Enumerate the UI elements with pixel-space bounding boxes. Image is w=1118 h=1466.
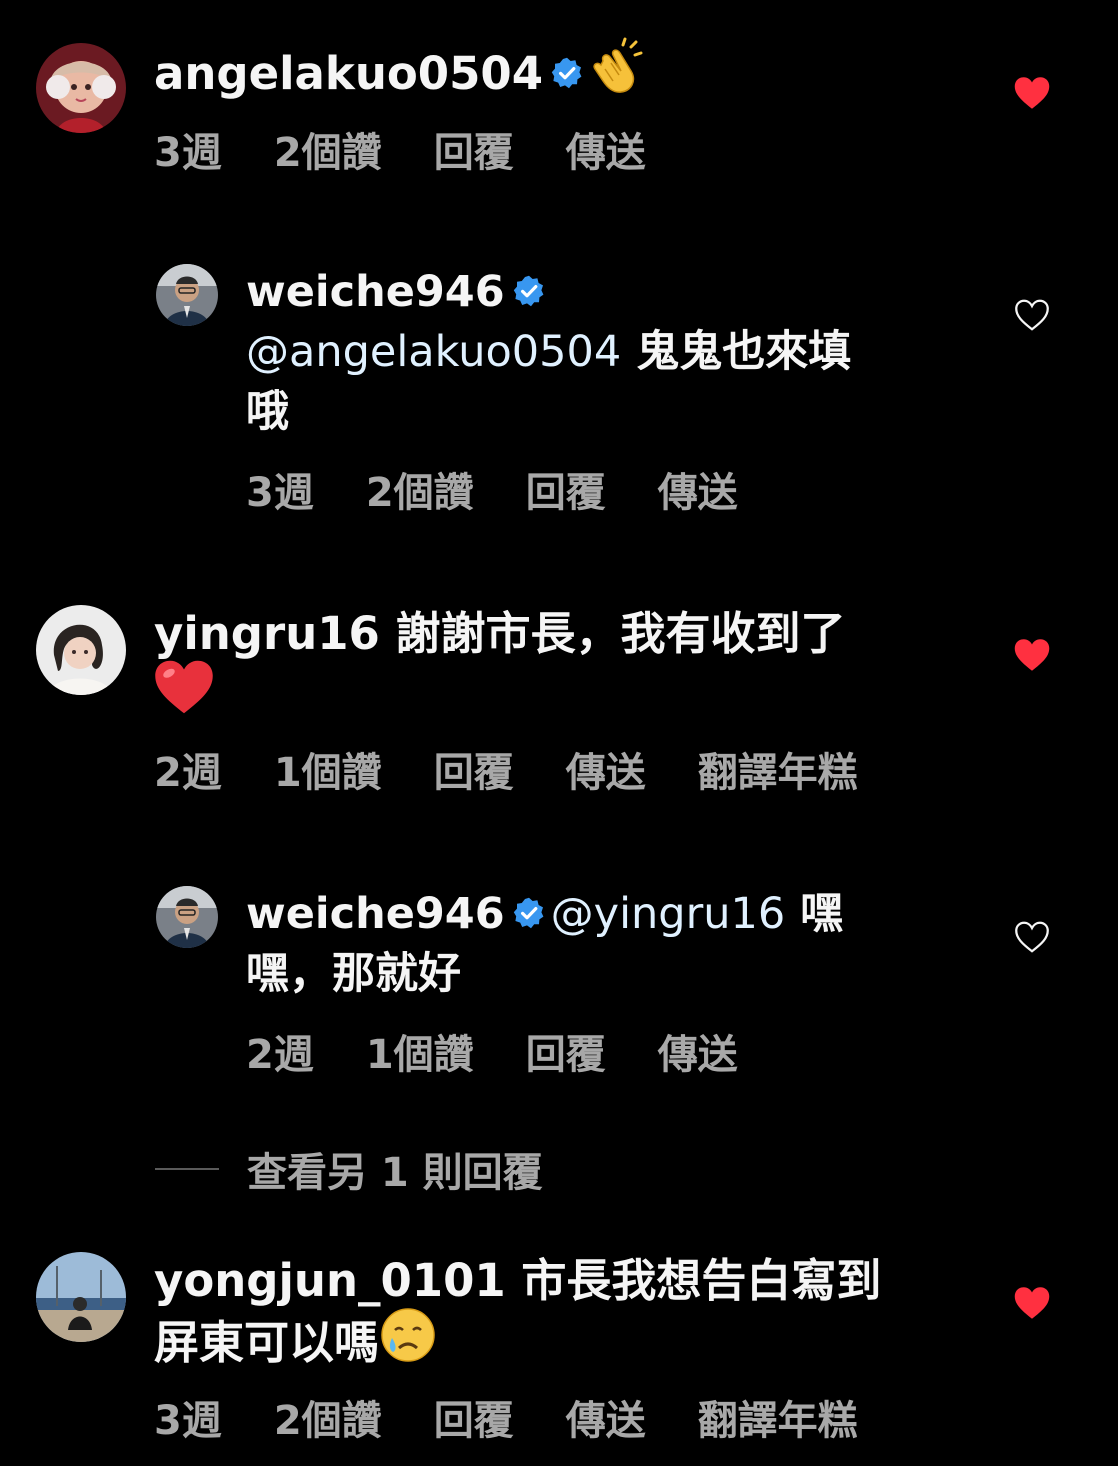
username[interactable]: weiche946 (246, 267, 505, 317)
timestamp: 3週 (154, 130, 222, 176)
avatar[interactable] (156, 264, 218, 326)
reply-button[interactable]: 回覆 (434, 128, 514, 178)
comment-actions: 2週 1個讚 回覆 傳送 (246, 1030, 790, 1080)
timestamp: 3週 (154, 1398, 222, 1444)
likes-count[interactable]: 2個讚 (366, 468, 474, 518)
avatar[interactable] (156, 886, 218, 948)
reply-button[interactable]: 回覆 (434, 748, 514, 798)
reply-button[interactable]: 回覆 (434, 1396, 514, 1446)
heart-filled-icon[interactable] (1014, 76, 1050, 110)
username[interactable]: weiche946 (246, 889, 505, 939)
heart-filled-icon[interactable] (1014, 638, 1050, 672)
comment-body-cont: 屏東可以嗎 (154, 1316, 380, 1369)
comment-angelakuo0504: angelakuo0504 3週 2個讚 回覆 傳送 (0, 0, 1118, 200)
comment-body: 謝謝市長，我有收到了 (379, 607, 846, 660)
comment-yingru16: yingru16 謝謝市長，我有收到了 2週 1個讚 回覆 傳送 翻譯年糕 (0, 560, 1118, 820)
send-button[interactable]: 傳送 (566, 1396, 646, 1446)
comment-text: angelakuo0504 (154, 37, 647, 113)
send-button[interactable]: 傳送 (658, 1030, 738, 1080)
username[interactable]: yongjun_0101 (154, 1254, 506, 1307)
send-button[interactable]: 傳送 (658, 468, 738, 518)
comment-text: yingru16 謝謝市長，我有收到了 (154, 605, 954, 733)
comment-actions: 3週 2個讚 回覆 傳送 翻譯年糕 (154, 1396, 910, 1446)
username[interactable]: yingru16 (154, 607, 380, 660)
comment-body: 嘿 (785, 889, 844, 939)
clapping-hands-icon (589, 37, 647, 109)
timestamp: 3週 (246, 470, 314, 516)
view-more-label[interactable]: 查看另 1 則回覆 (247, 1140, 543, 1198)
avatar[interactable] (36, 43, 126, 133)
mention-link[interactable]: @angelakuo0504 (246, 327, 621, 377)
reply-button[interactable]: 回覆 (526, 1030, 606, 1080)
comment-body: 鬼鬼也來填 (621, 327, 852, 377)
verified-icon (513, 275, 545, 307)
divider-line (155, 1168, 219, 1170)
heart-filled-icon[interactable] (1014, 1286, 1050, 1320)
comment-body: 市長我想告白寫到 (505, 1254, 882, 1307)
likes-count[interactable]: 1個讚 (366, 1030, 474, 1080)
avatar[interactable] (36, 605, 126, 695)
timestamp: 2週 (246, 1032, 314, 1078)
translate-button[interactable]: 翻譯年糕 (698, 1396, 858, 1446)
comment-actions: 3週 2個讚 回覆 傳送 (246, 468, 790, 518)
send-button[interactable]: 傳送 (566, 748, 646, 798)
comment-body-cont: 哦 (246, 387, 289, 437)
comment-actions: 3週 2個讚 回覆 傳送 (154, 128, 698, 178)
verified-icon (551, 57, 583, 89)
avatar[interactable] (36, 1252, 126, 1342)
reply-weiche946: weiche946 @yingru16 嘿 嘿，那就好 2週 1個讚 回覆 傳送 (0, 862, 1118, 1102)
reply-button[interactable]: 回覆 (526, 468, 606, 518)
send-button[interactable]: 傳送 (566, 128, 646, 178)
mention-link[interactable]: @yingru16 (551, 889, 786, 939)
comment-body-cont: 嘿，那就好 (246, 949, 461, 999)
comment-text: weiche946 @angelakuo0504 鬼鬼也來填 哦 (246, 262, 966, 442)
reply-weiche946: weiche946 @angelakuo0504 鬼鬼也來填 哦 3週 2個讚 … (0, 240, 1118, 540)
comment-yongjun_0101: yongjun_0101 市長我想告白寫到 屏東可以嗎 3週 2個讚 回覆 傳送… (0, 1210, 1118, 1466)
likes-count[interactable]: 2個讚 (274, 1396, 382, 1446)
translate-button[interactable]: 翻譯年糕 (698, 748, 858, 798)
heart-outline-icon[interactable] (1014, 298, 1050, 332)
timestamp: 2週 (154, 750, 222, 796)
username[interactable]: angelakuo0504 (154, 47, 543, 100)
heart-outline-icon[interactable] (1014, 920, 1050, 954)
comment-text: weiche946 @yingru16 嘿 嘿，那就好 (246, 884, 966, 1004)
red-heart-icon (154, 659, 214, 729)
likes-count[interactable]: 2個讚 (274, 128, 382, 178)
verified-icon (513, 897, 545, 929)
comment-actions: 2週 1個讚 回覆 傳送 翻譯年糕 (154, 748, 910, 798)
crying-face-icon (379, 1306, 437, 1378)
comment-text: yongjun_0101 市長我想告白寫到 屏東可以嗎 (154, 1252, 974, 1382)
view-more-replies[interactable]: 查看另 1 則回覆 (155, 1140, 543, 1198)
likes-count[interactable]: 1個讚 (274, 748, 382, 798)
